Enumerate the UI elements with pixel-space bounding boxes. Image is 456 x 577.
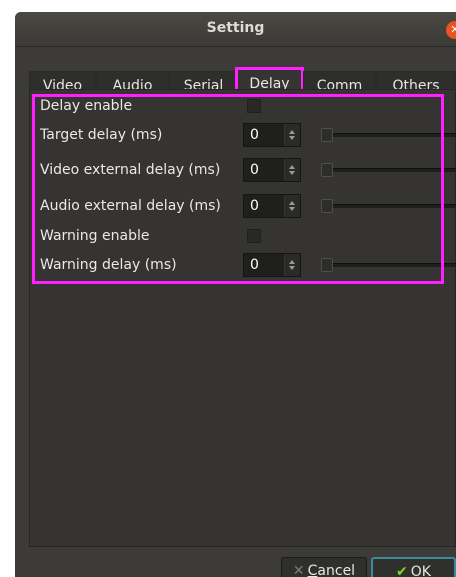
video-external-delay-slider[interactable] xyxy=(321,163,456,177)
cancel-label: ancel xyxy=(317,563,356,577)
audio-external-delay-spinbox[interactable]: 0 xyxy=(243,194,301,218)
video-external-delay-label: Video external delay (ms) xyxy=(40,162,221,178)
checkmark-icon: ✔ xyxy=(396,564,408,577)
warning-delay-slider[interactable] xyxy=(321,258,456,272)
warning-enable-row: Warning enable xyxy=(40,224,440,248)
audio-external-delay-row: Audio external delay (ms) 0 xyxy=(40,194,456,218)
slider-handle[interactable] xyxy=(321,128,333,142)
cancel-mnemonic: C xyxy=(307,563,318,577)
target-delay-slider[interactable] xyxy=(321,128,456,142)
dialog-footer: ✕ Cancel ✔ OK xyxy=(15,547,456,577)
title-bar[interactable]: Setting ✕ xyxy=(15,12,456,47)
delay-enable-label: Delay enable xyxy=(40,98,133,114)
ok-label: K xyxy=(421,564,431,577)
delay-enable-row: Delay enable xyxy=(40,94,440,118)
cancel-button[interactable]: ✕ Cancel xyxy=(281,557,367,577)
warning-delay-spinbox[interactable]: 0 xyxy=(243,253,301,277)
warning-delay-value: 0 xyxy=(250,257,259,273)
x-icon: ✕ xyxy=(292,563,305,577)
target-delay-row: Target delay (ms) 0 xyxy=(40,123,456,147)
audio-external-delay-label: Audio external delay (ms) xyxy=(40,198,221,214)
delay-enable-checkbox[interactable] xyxy=(247,99,261,113)
spin-arrows-icon[interactable] xyxy=(284,254,300,276)
target-delay-spinbox[interactable]: 0 xyxy=(243,123,301,147)
spin-arrows-icon[interactable] xyxy=(284,124,300,146)
ok-button[interactable]: ✔ OK xyxy=(371,557,456,577)
spin-arrows-icon[interactable] xyxy=(284,159,300,181)
audio-external-delay-value: 0 xyxy=(250,198,259,214)
ok-mnemonic: O xyxy=(410,564,422,577)
video-external-delay-value: 0 xyxy=(250,162,259,178)
window-title: Setting xyxy=(206,20,265,36)
slider-handle[interactable] xyxy=(321,163,333,177)
spin-arrows-icon[interactable] xyxy=(284,195,300,217)
slider-handle[interactable] xyxy=(321,258,333,272)
warning-delay-label: Warning delay (ms) xyxy=(40,257,177,273)
target-delay-value: 0 xyxy=(250,127,259,143)
target-delay-label: Target delay (ms) xyxy=(40,127,163,143)
warning-enable-label: Warning enable xyxy=(40,228,150,244)
warning-enable-checkbox[interactable] xyxy=(247,229,261,243)
slider-handle[interactable] xyxy=(321,199,333,213)
audio-external-delay-slider[interactable] xyxy=(321,199,456,213)
settings-window: Setting ✕ Video Audio Serial Delay Comm … xyxy=(15,12,456,577)
tab-bar: Video Audio Serial Delay Comm Others xyxy=(29,57,456,100)
video-external-delay-spinbox[interactable]: 0 xyxy=(243,158,301,182)
warning-delay-row: Warning delay (ms) 0 xyxy=(40,253,456,277)
close-icon[interactable]: ✕ xyxy=(446,21,456,39)
video-external-delay-row: Video external delay (ms) 0 xyxy=(40,158,456,182)
